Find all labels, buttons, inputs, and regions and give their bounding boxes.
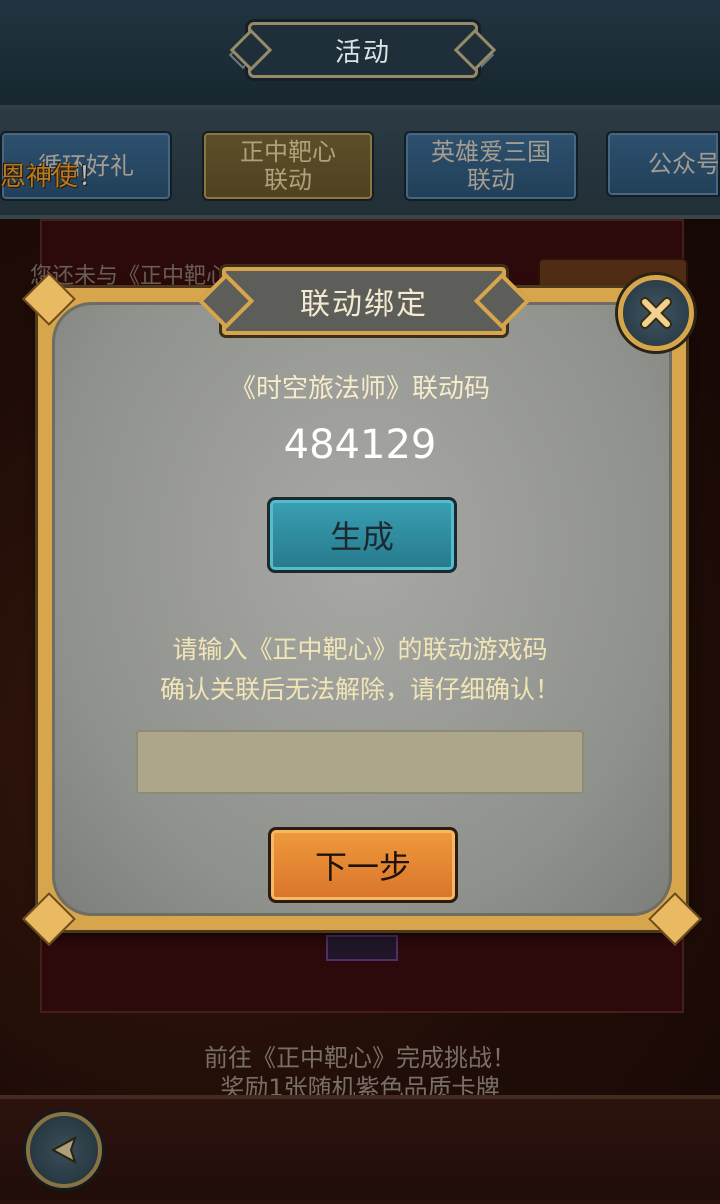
next-step-label: 下一步 (314, 848, 411, 886)
dialog-title: 联动绑定 (300, 287, 428, 322)
warning-text: 确认关联后无法解除，请仔细确认！ (159, 675, 560, 704)
link-code-input[interactable] (136, 730, 584, 794)
instruction-text: 请输入《正中靶心》的联动游戏码 (172, 635, 548, 664)
generate-button[interactable]: 生成 (267, 497, 457, 573)
close-x-icon (640, 297, 672, 329)
generate-button-label: 生成 (329, 518, 394, 556)
screen-title: 活动 (334, 37, 391, 68)
next-step-button[interactable]: 下一步 (268, 827, 458, 903)
link-code-label: 《时空旅法师》联动码 (229, 374, 490, 404)
close-button[interactable] (618, 275, 694, 351)
dialog-title-plate: 联动绑定 (222, 267, 506, 335)
link-code-value: 484129 (283, 422, 437, 468)
